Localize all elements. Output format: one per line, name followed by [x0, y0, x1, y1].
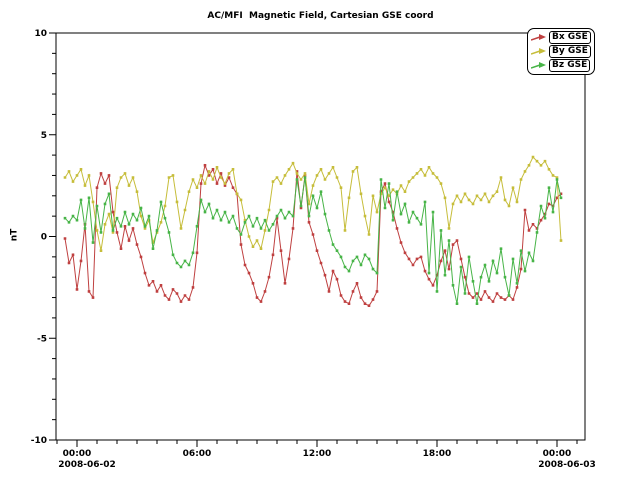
y-tick-label: 5	[41, 131, 47, 141]
x-tick-label: 00:00	[543, 449, 572, 459]
x-tick-label: 00:00	[63, 449, 92, 459]
y-tick-label: -5	[37, 334, 47, 344]
legend-entry-by: By GSE	[531, 45, 591, 58]
legend-line-marker-icon	[531, 47, 547, 57]
legend-line-marker-icon	[531, 61, 547, 71]
legend-label-bz: Bz GSE	[549, 59, 590, 72]
x-tick-label: 06:00	[183, 449, 212, 459]
x-date-label: 2008-06-03	[538, 460, 596, 470]
x-tick-label: 18:00	[423, 449, 452, 459]
x-date-label: 2008-06-02	[58, 460, 116, 470]
legend-label-bx: Bx GSE	[549, 31, 591, 44]
x-tick-label: 12:00	[303, 449, 332, 459]
legend-line-marker-icon	[531, 33, 547, 43]
legend-label-by: By GSE	[549, 45, 591, 58]
chart-canvas: AC/MFI Magnetic Field, Cartesian GSE coo…	[0, 0, 640, 480]
y-tick-label: 10	[34, 29, 47, 39]
legend: Bx GSEBy GSEBz GSE	[527, 28, 595, 75]
legend-entry-bx: Bx GSE	[531, 31, 591, 44]
series-by-line	[65, 157, 561, 251]
y-tick-label: 0	[41, 233, 47, 243]
legend-entry-bz: Bz GSE	[531, 59, 591, 72]
y-tick-label: -10	[31, 436, 47, 446]
series-bz-markers	[64, 176, 563, 305]
